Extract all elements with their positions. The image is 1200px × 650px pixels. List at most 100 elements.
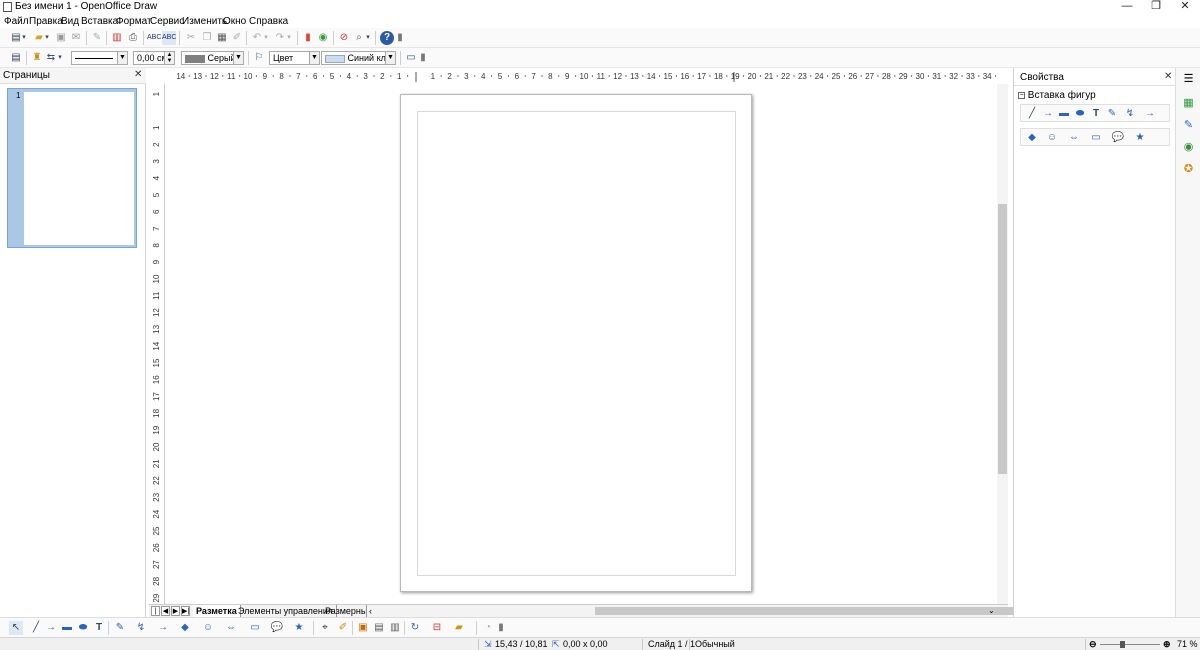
navigator-deck-icon[interactable]: ✪: [1181, 162, 1196, 177]
area-icon[interactable]: ⚐: [252, 51, 266, 65]
menu-view[interactable]: Вид: [61, 16, 79, 27]
insert-shapes-section[interactable]: − Вставка фигур: [1018, 90, 1096, 101]
copy-icon[interactable]: ❐: [200, 31, 214, 45]
minimize-button[interactable]: —: [1112, 0, 1142, 14]
clone-formatting-icon[interactable]: ✐: [230, 31, 244, 45]
close-icon[interactable]: ✕: [134, 69, 142, 80]
zoom-out-icon[interactable]: ⊖: [1089, 639, 1097, 650]
block-arrows-icon[interactable]: ⇔: [1067, 131, 1081, 145]
tabs-scroll-left-icon[interactable]: ‹: [369, 605, 372, 617]
vertical-scrollbar-thumb[interactable]: [998, 204, 1007, 474]
help-icon[interactable]: ?: [380, 31, 394, 45]
align-icon[interactable]: ⊟: [430, 621, 444, 635]
rectangle-tool-icon[interactable]: ▬: [1057, 107, 1071, 121]
text-tool-icon[interactable]: T: [1089, 107, 1103, 121]
flowchart-icon[interactable]: ▭: [248, 621, 262, 635]
zoom-in-icon[interactable]: ⊕: [1163, 639, 1171, 650]
scroll-down-icon[interactable]: ⌄: [988, 605, 995, 617]
arrange-icon[interactable]: ▰: [452, 621, 466, 635]
vertical-scrollbar[interactable]: [997, 84, 1008, 604]
menu-file[interactable]: Файл: [4, 16, 29, 27]
drawing-page[interactable]: [400, 94, 752, 592]
points-icon[interactable]: ⌖: [318, 621, 332, 635]
new-dropdown-icon[interactable]: ▾: [20, 31, 28, 45]
menu-modify[interactable]: Изменить: [182, 16, 227, 27]
basic-shapes-icon[interactable]: ◆: [1025, 131, 1039, 145]
line-color-select[interactable]: Серый ▼: [181, 51, 244, 65]
drawing-canvas[interactable]: [165, 84, 997, 604]
close-icon[interactable]: ✕: [1164, 71, 1172, 82]
gallery-icon[interactable]: ◉: [316, 31, 330, 45]
zoom-slider-knob[interactable]: [1120, 641, 1125, 648]
save-icon[interactable]: ▣: [54, 31, 68, 45]
chart-icon[interactable]: ▮: [301, 31, 315, 45]
gallery-toolbar-icon[interactable]: ▥: [388, 621, 402, 635]
flowchart-icon[interactable]: ▭: [1089, 131, 1103, 145]
close-window-button[interactable]: ✕: [1170, 0, 1200, 14]
menu-edit[interactable]: Правка: [29, 16, 63, 27]
line-tool-icon[interactable]: ╱: [1025, 107, 1039, 121]
last-tab-icon[interactable]: ▶|: [181, 606, 190, 616]
zoom-slider[interactable]: [1100, 641, 1160, 648]
menu-format[interactable]: Формат: [116, 16, 152, 27]
tab-layout[interactable]: Разметка: [193, 605, 241, 617]
properties-deck-icon[interactable]: ▦: [1181, 96, 1196, 111]
line-style-select[interactable]: ▼: [71, 51, 128, 65]
rectangle-tool-icon[interactable]: ▬: [60, 621, 74, 635]
text-tool-icon[interactable]: T: [92, 621, 106, 635]
page-thumbnail[interactable]: 1: [7, 88, 137, 248]
vertical-ruler[interactable]: 1 1 2 3 4 5 6 7 8 9 10 11 12 13 14 15 16 17 18 19 20 21 22 23 24…: [149, 84, 165, 604]
prev-tab-icon[interactable]: ◀: [161, 606, 170, 616]
tab-dimension-lines[interactable]: Размерные: [322, 605, 367, 617]
line-width-spinner[interactable]: 0,00 см ▲ ▼: [133, 51, 175, 65]
styles-icon[interactable]: ▤: [9, 51, 23, 65]
arrow-tool-icon[interactable]: →: [44, 621, 58, 635]
undo-dropdown-icon[interactable]: ▾: [262, 31, 270, 45]
toolbar-overflow-icon[interactable]: ▮: [397, 31, 403, 45]
area-color-select[interactable]: Синий кла ▼: [321, 51, 396, 65]
zoom-dropdown-icon[interactable]: ▾: [364, 31, 372, 45]
lines-arrows-icon[interactable]: →: [1143, 107, 1157, 121]
first-tab-icon[interactable]: |◀: [151, 606, 160, 625]
collapse-icon[interactable]: −: [1018, 91, 1025, 99]
styles-deck-icon[interactable]: ✎: [1181, 118, 1196, 133]
spellcheck-icon[interactable]: ABC: [147, 31, 161, 45]
menu-window[interactable]: Окно: [223, 16, 246, 27]
autospellcheck-icon[interactable]: ABC: [162, 31, 176, 45]
draw-functions-icon[interactable]: ⊘: [337, 31, 351, 45]
paste-icon[interactable]: ▦: [215, 31, 229, 45]
glue-points-icon[interactable]: ✐: [336, 621, 350, 635]
cut-icon[interactable]: ✂: [184, 31, 198, 45]
ellipse-tool-icon[interactable]: ⬬: [76, 621, 90, 635]
basic-shapes-icon[interactable]: ◆: [178, 621, 192, 635]
export-pdf-icon[interactable]: ▥: [110, 31, 124, 45]
ellipse-tool-icon[interactable]: ⬬: [1073, 107, 1087, 121]
menu-insert[interactable]: Вставка: [81, 16, 118, 27]
email-icon[interactable]: ✉: [69, 31, 83, 45]
curve-tool-icon[interactable]: ✎: [1105, 107, 1119, 121]
callouts-icon[interactable]: 💬: [1111, 131, 1125, 145]
next-tab-icon[interactable]: ▶: [171, 606, 180, 616]
effects-icon[interactable]: ↻: [408, 621, 422, 635]
lines-arrows-icon[interactable]: →: [156, 621, 170, 635]
redo-dropdown-icon[interactable]: ▾: [285, 31, 293, 45]
area-style-select[interactable]: Цвет ▼: [269, 51, 320, 65]
from-file-icon[interactable]: ▤: [372, 621, 386, 635]
arrow-style-dropdown-icon[interactable]: ▾: [56, 51, 64, 65]
sidebar-menu-icon[interactable]: ☰: [1181, 72, 1196, 87]
print-icon[interactable]: ⎙: [126, 31, 140, 45]
line-icon[interactable]: ♜: [30, 51, 44, 65]
gallery-deck-icon[interactable]: ◉: [1181, 140, 1196, 155]
open-dropdown-icon[interactable]: ▾: [43, 31, 51, 45]
callouts-icon[interactable]: 💬: [270, 621, 284, 635]
edit-file-icon[interactable]: ✎: [90, 31, 104, 45]
shadow-icon[interactable]: ▭: [404, 51, 418, 65]
horizontal-scrollbar-thumb[interactable]: [595, 607, 1071, 615]
arrow-tool-icon[interactable]: →: [1041, 107, 1055, 121]
symbol-shapes-icon[interactable]: ☺: [201, 621, 215, 635]
curve-tool-icon[interactable]: ✎: [113, 621, 127, 635]
menu-tools[interactable]: Сервис: [150, 16, 184, 27]
connector-tool-icon[interactable]: ↯: [1123, 107, 1137, 121]
restore-button[interactable]: ❐: [1141, 0, 1171, 14]
horizontal-ruler[interactable]: 14 13 12 11 10 9 8 7 6 5 4 3 2 1 1 2 3 4 5 6 7 8 9 10 11 12 13 14 15…: [149, 68, 1008, 84]
